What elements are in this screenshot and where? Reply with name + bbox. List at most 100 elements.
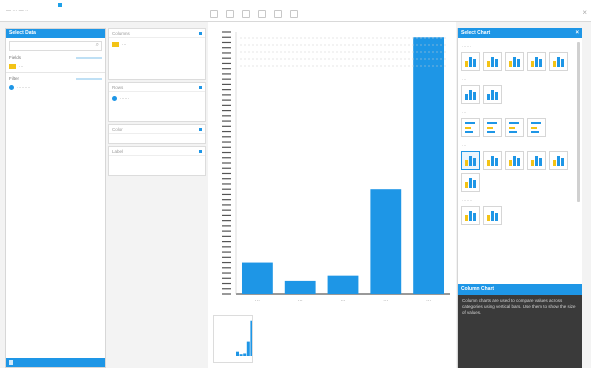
chart-group-label: ··· <box>462 110 467 115</box>
zone-menu-icon[interactable] <box>199 31 202 35</box>
zone-field[interactable]: ··· <box>112 41 202 47</box>
mini-bar <box>487 94 490 100</box>
accent-marker <box>58 3 62 7</box>
mini-bar <box>465 160 468 166</box>
chart-type-option[interactable] <box>461 173 480 192</box>
mini-bar <box>473 213 476 221</box>
chart-thumbnail[interactable] <box>213 315 254 363</box>
section-header-fields[interactable]: Fields <box>9 54 102 61</box>
chart-type-option[interactable] <box>461 85 480 104</box>
label-zone[interactable]: Label <box>108 146 206 176</box>
zone-menu-icon[interactable] <box>199 149 202 153</box>
mini-bar <box>469 156 472 166</box>
mini-bar <box>491 211 494 221</box>
chart-type-option[interactable] <box>483 118 502 137</box>
mini-bar <box>487 127 493 129</box>
chart-type-panel-title: Select Chart <box>461 30 491 36</box>
y-tick-label <box>222 31 231 33</box>
mini-bar <box>469 57 472 67</box>
thumbnail-bar <box>250 320 254 356</box>
mini-bar <box>465 122 475 124</box>
thumbnail-bar <box>246 341 250 356</box>
mini-bar <box>517 59 520 67</box>
bar[interactable] <box>327 275 359 294</box>
chart-type-option[interactable] <box>505 151 524 170</box>
rows-zone[interactable]: Rows ······ <box>108 82 206 122</box>
y-tick-label <box>222 41 231 44</box>
chart-canvas[interactable]: ··· ··· ··· ··· ··· <box>208 22 456 368</box>
field-item[interactable]: ········· <box>9 84 102 91</box>
section-header-filter[interactable]: Filter <box>9 75 102 82</box>
mini-bar <box>517 158 520 166</box>
zone-menu-icon[interactable] <box>199 85 202 89</box>
chart-type-option[interactable] <box>505 118 524 137</box>
mini-bar <box>495 92 498 100</box>
y-tick-label <box>222 94 231 96</box>
field-item[interactable]: ··· <box>9 63 102 70</box>
chart-type-option[interactable] <box>527 118 546 137</box>
format-icon[interactable] <box>258 10 266 18</box>
y-tick-label <box>222 136 231 138</box>
y-tick-label <box>222 73 231 75</box>
chart-toolbar <box>210 9 298 19</box>
chart-type-option[interactable] <box>549 52 568 71</box>
close-icon[interactable]: × <box>582 8 587 17</box>
mini-bar <box>491 156 494 166</box>
chart-type-option[interactable] <box>527 52 546 71</box>
chart-tile-row <box>458 85 582 104</box>
mini-bar <box>465 127 471 129</box>
x-tick-label: ··· <box>298 298 303 304</box>
chart-type-option[interactable] <box>505 52 524 71</box>
settings-icon[interactable] <box>290 10 298 18</box>
y-tick-label <box>222 246 231 248</box>
close-icon[interactable]: × <box>575 28 579 38</box>
chart-type-option[interactable] <box>549 151 568 170</box>
bar[interactable] <box>241 262 273 294</box>
bar[interactable] <box>413 37 445 295</box>
bar[interactable] <box>370 189 402 294</box>
y-tick-label <box>222 99 231 101</box>
dimension-icon <box>112 41 119 47</box>
y-tick-label <box>222 104 231 106</box>
mini-bar <box>531 131 539 133</box>
bar[interactable] <box>284 280 316 294</box>
chart-type-option[interactable] <box>483 151 502 170</box>
field-search-input[interactable]: ⌕ <box>9 41 102 51</box>
layout-icon[interactable] <box>242 10 250 18</box>
chart-description: Column Chart Column charts are used to c… <box>458 284 582 368</box>
chart-type-option[interactable] <box>483 206 502 225</box>
chart-type-option[interactable] <box>461 151 480 170</box>
mini-bar <box>539 158 542 166</box>
y-tick-label <box>222 204 231 206</box>
x-tick-label: ··· <box>383 298 388 304</box>
undo-icon[interactable] <box>210 10 218 18</box>
scrollbar[interactable] <box>577 42 580 202</box>
redo-icon[interactable] <box>226 10 234 18</box>
chart-type-option[interactable] <box>483 52 502 71</box>
top-bar: — ··· — ·· × <box>0 0 591 22</box>
mini-bar <box>531 61 534 67</box>
data-panel-title: Select Data <box>6 29 105 38</box>
chart-type-option[interactable] <box>483 85 502 104</box>
dimension-icon <box>9 64 16 69</box>
zone-menu-icon[interactable] <box>199 127 202 131</box>
chart-type-option[interactable] <box>461 52 480 71</box>
mini-bar <box>509 131 517 133</box>
zone-field[interactable]: ······ <box>112 95 202 101</box>
y-tick-label <box>222 272 231 274</box>
bar-chart: ··· ··· ··· ··· ··· <box>222 31 450 304</box>
chart-type-option[interactable] <box>461 118 480 137</box>
columns-zone[interactable]: Columns ··· <box>108 28 206 80</box>
mini-bar <box>465 131 473 133</box>
filter-icon[interactable] <box>274 10 282 18</box>
chart-type-option[interactable] <box>527 151 546 170</box>
color-zone[interactable]: Color <box>108 124 206 144</box>
y-tick-label <box>222 57 231 59</box>
chart-type-option[interactable] <box>461 206 480 225</box>
collapse-icon[interactable] <box>9 360 13 365</box>
y-tick-label <box>222 256 231 258</box>
y-tick-label <box>222 130 231 133</box>
chart-group-label: ······· <box>462 198 473 203</box>
chart-group-label: ··· <box>462 143 467 148</box>
y-tick-label <box>222 178 231 180</box>
